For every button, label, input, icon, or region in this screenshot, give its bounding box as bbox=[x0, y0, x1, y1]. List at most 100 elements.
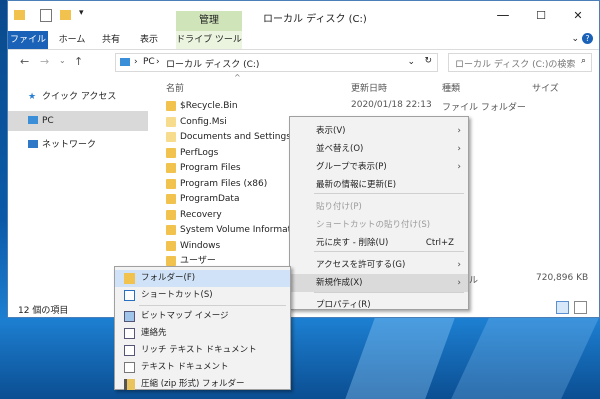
new-folder-icon[interactable] bbox=[60, 10, 71, 20]
nav-quick-access[interactable]: ★ クイック アクセス bbox=[8, 87, 148, 107]
file-name: Program Files bbox=[180, 163, 241, 173]
new-menu-item[interactable]: 連絡先 bbox=[115, 325, 290, 342]
menu-item-label: 新規作成(X) bbox=[316, 278, 363, 288]
file-row[interactable]: Program Files bbox=[158, 161, 298, 176]
context-menu-item[interactable]: 元に戻す - 削除(U) Ctrl+Z bbox=[290, 234, 468, 252]
tab-home[interactable]: ホーム bbox=[54, 31, 90, 49]
column-date[interactable]: 更新日時 bbox=[351, 81, 387, 94]
tab-share[interactable]: 共有 bbox=[94, 31, 128, 49]
context-menu-item: ショートカットの貼り付け(S) bbox=[290, 216, 468, 234]
folder-icon bbox=[166, 256, 176, 266]
file-name: ProgramData bbox=[180, 194, 240, 204]
address-dropdown-icon[interactable]: ⌄ bbox=[407, 57, 415, 67]
breadcrumb-drive[interactable]: ローカル ディスク (C:) bbox=[166, 57, 259, 70]
nav-label: ネットワーク bbox=[42, 140, 97, 150]
tab-view[interactable]: 表示 bbox=[132, 31, 166, 49]
new-menu-item[interactable]: ビットマップ イメージ bbox=[115, 308, 290, 325]
contextual-tab-header: 管理 bbox=[176, 11, 242, 31]
text-document-icon bbox=[124, 362, 135, 373]
title-bar: ▾ 管理 ローカル ディスク (C:) — ☐ ✕ bbox=[8, 1, 599, 31]
customize-qa-icon[interactable]: ▾ bbox=[79, 8, 84, 18]
menu-item-label: 並べ替え(O) bbox=[316, 144, 364, 154]
context-menu-item[interactable]: 最新の情報に更新(E) bbox=[290, 176, 468, 194]
submenu-arrow-icon: › bbox=[457, 144, 461, 154]
contact-icon bbox=[124, 328, 135, 339]
minimize-button[interactable]: — bbox=[490, 7, 516, 25]
new-menu-item[interactable]: 圧縮 (zip 形式) フォルダー bbox=[115, 376, 290, 393]
new-menu-item[interactable]: ショートカット(S) bbox=[115, 287, 290, 304]
context-menu-item[interactable]: 並べ替え(O) › bbox=[290, 140, 468, 158]
context-menu-item[interactable]: 新規作成(X) › bbox=[290, 274, 468, 292]
address-bar[interactable]: › PC › ローカル ディスク (C:) ⌄ ↻ bbox=[115, 53, 438, 72]
new-menu-item[interactable]: テキスト ドキュメント bbox=[115, 359, 290, 376]
search-input[interactable]: ローカル ディスク (C:)の検索 bbox=[455, 57, 575, 70]
file-name: Documents and Settings bbox=[180, 132, 291, 142]
menu-separator bbox=[314, 292, 464, 293]
menu-item-label: アクセスを許可する(G) bbox=[316, 260, 406, 270]
menu-item-label: 元に戻す - 削除(U) bbox=[316, 238, 389, 248]
search-icon[interactable]: ⌕ bbox=[581, 56, 586, 66]
submenu-arrow-icon: › bbox=[457, 162, 461, 172]
sort-up-icon: ^ bbox=[234, 73, 241, 82]
new-menu-item[interactable]: リッチ テキスト ドキュメント bbox=[115, 342, 290, 359]
menu-item-label: プロパティ(R) bbox=[316, 300, 371, 310]
submenu-arrow-icon: › bbox=[457, 278, 461, 288]
file-row[interactable]: PerfLogs bbox=[158, 146, 298, 161]
new-menu-item[interactable]: フォルダー(F) bbox=[115, 270, 290, 287]
file-row[interactable]: ProgramData bbox=[158, 192, 298, 207]
shortcut-icon bbox=[124, 290, 135, 301]
properties-icon[interactable] bbox=[40, 9, 52, 22]
file-row[interactable]: Documents and Settings bbox=[158, 130, 298, 145]
file-row[interactable]: Program Files (x86) bbox=[158, 177, 298, 192]
folder-icon bbox=[166, 194, 176, 204]
help-icon[interactable]: ? bbox=[582, 33, 593, 44]
tab-drive-tools[interactable]: ドライブ ツール bbox=[176, 31, 242, 49]
context-menu-item[interactable]: 表示(V) › bbox=[290, 122, 468, 140]
context-menu-item[interactable]: アクセスを許可する(G) › bbox=[290, 256, 468, 274]
column-size[interactable]: サイズ bbox=[532, 81, 559, 94]
menu-item-label: 貼り付け(P) bbox=[316, 202, 362, 212]
breadcrumb-pc[interactable]: PC bbox=[143, 57, 155, 67]
file-row[interactable]: Config.Msi bbox=[158, 115, 298, 130]
folder-icon bbox=[166, 240, 176, 251]
menu-item-label: フォルダー(F) bbox=[141, 273, 196, 283]
wallpaper-ray bbox=[451, 318, 599, 399]
menu-item-label: リッチ テキスト ドキュメント bbox=[141, 345, 257, 355]
large-icons-view-icon[interactable] bbox=[574, 301, 587, 314]
recent-chevron-icon[interactable]: ⌄ bbox=[59, 56, 66, 65]
tab-file[interactable]: ファイル bbox=[8, 31, 48, 49]
refresh-icon[interactable]: ↻ bbox=[424, 56, 432, 66]
file-name: Program Files (x86) bbox=[180, 178, 268, 189]
bitmap-icon bbox=[124, 311, 135, 322]
menu-separator bbox=[139, 305, 286, 306]
breadcrumb-sep-icon: › bbox=[134, 57, 138, 67]
ribbon-expand-icon[interactable]: ⌄ bbox=[571, 34, 579, 44]
nav-network[interactable]: ネットワーク bbox=[8, 135, 148, 155]
search-box[interactable]: ローカル ディスク (C:)の検索 ⌕ bbox=[448, 53, 592, 72]
menu-item-shortcut: Ctrl+Z bbox=[425, 238, 454, 248]
column-type[interactable]: 種類 bbox=[442, 81, 460, 94]
context-menu-item[interactable]: プロパティ(R) bbox=[290, 296, 468, 314]
up-arrow-icon[interactable]: ↑ bbox=[74, 55, 83, 68]
context-menu-item: 貼り付け(P) bbox=[290, 198, 468, 216]
maximize-button[interactable]: ☐ bbox=[528, 7, 554, 25]
submenu-arrow-icon: › bbox=[457, 126, 461, 136]
forward-arrow-icon[interactable]: → bbox=[40, 55, 49, 68]
nav-pc[interactable]: PC bbox=[8, 111, 148, 131]
nav-label: クイック アクセス bbox=[42, 92, 117, 102]
explorer-app-icon bbox=[14, 10, 25, 20]
folder-icon bbox=[166, 101, 176, 111]
network-icon bbox=[28, 140, 38, 148]
back-arrow-icon[interactable]: ← bbox=[20, 55, 29, 68]
context-menu-item[interactable]: グループで表示(P) › bbox=[290, 158, 468, 176]
details-view-icon[interactable] bbox=[556, 301, 569, 314]
file-row[interactable]: System Volume Information bbox=[158, 223, 305, 238]
menu-separator bbox=[314, 251, 464, 252]
file-name: Recovery bbox=[180, 209, 222, 220]
file-row[interactable]: Recovery bbox=[158, 208, 298, 223]
close-button[interactable]: ✕ bbox=[565, 7, 591, 25]
file-row[interactable]: $Recycle.Bin bbox=[158, 99, 298, 114]
menu-item-label: グループで表示(P) bbox=[316, 162, 387, 172]
column-name[interactable]: 名前 bbox=[166, 81, 184, 94]
file-row[interactable]: Windows bbox=[158, 239, 298, 254]
